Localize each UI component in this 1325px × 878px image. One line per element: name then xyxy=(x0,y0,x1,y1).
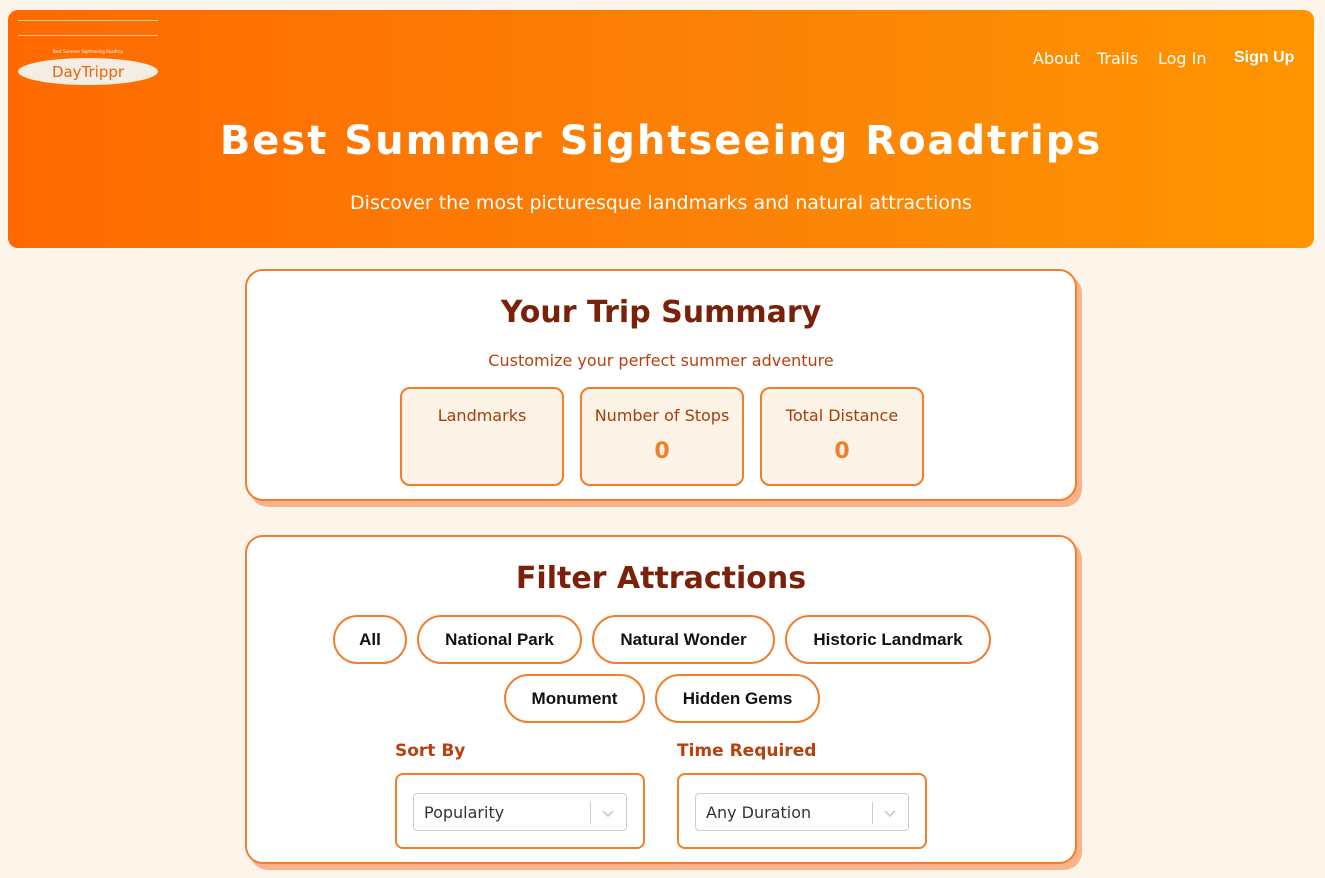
filter-pill-natural-wonder[interactable]: Natural Wonder xyxy=(592,615,775,664)
logo-tagline: Best Summer Sightseeing Roadtrip xyxy=(52,49,124,54)
stat-landmarks: Landmarks xyxy=(400,387,564,486)
hero-banner: Best Summer Sightseeing Roadtrip DayTrip… xyxy=(8,10,1314,248)
filter-pill-all[interactable]: All xyxy=(333,615,407,664)
nav-trails-link[interactable]: Trails xyxy=(1097,49,1138,68)
stat-label: Total Distance xyxy=(785,406,899,425)
logo-rule-top xyxy=(18,20,158,21)
trip-summary-title: Your Trip Summary xyxy=(500,295,822,330)
logo-wordmark: DayTrippr xyxy=(18,58,158,85)
trip-summary-card: Your Trip Summary Customize your perfect… xyxy=(245,269,1077,501)
chevron-down-icon[interactable] xyxy=(601,806,615,820)
nav-login-link[interactable]: Log In xyxy=(1158,49,1207,68)
chevron-down-icon[interactable] xyxy=(883,806,897,820)
select-separator xyxy=(872,802,873,824)
site-logo[interactable]: Best Summer Sightseeing Roadtrip DayTrip… xyxy=(18,20,158,85)
stat-total-distance: Total Distance 0 xyxy=(760,387,924,486)
hero-title: Best Summer Sightseeing Roadtrips xyxy=(219,118,1103,164)
time-required-field: Any Duration xyxy=(677,773,927,849)
filter-pill-historic-landmark[interactable]: Historic Landmark xyxy=(785,615,991,664)
trip-summary-subtitle: Customize your perfect summer adventure xyxy=(488,351,834,370)
sort-by-label: Sort By xyxy=(395,741,466,761)
filter-attractions-card: Filter Attractions All National Park Nat… xyxy=(245,535,1077,864)
sort-by-value: Popularity xyxy=(424,803,505,822)
filter-pill-hidden-gems[interactable]: Hidden Gems xyxy=(655,674,820,723)
time-required-select[interactable]: Any Duration xyxy=(695,793,909,831)
time-required-value: Any Duration xyxy=(706,803,812,822)
stat-number-of-stops: Number of Stops 0 xyxy=(580,387,744,486)
filter-pill-national-park[interactable]: National Park xyxy=(417,615,582,664)
filter-pill-monument[interactable]: Monument xyxy=(504,674,645,723)
nav-signup-link[interactable]: Sign Up xyxy=(1234,49,1294,67)
filter-attractions-title: Filter Attractions xyxy=(515,561,807,596)
time-required-label: Time Required xyxy=(677,741,817,761)
stat-label: Number of Stops xyxy=(594,406,730,425)
logo-rule-bottom xyxy=(18,35,158,36)
stat-label: Landmarks xyxy=(437,406,527,425)
hero-subtitle: Discover the most picturesque landmarks … xyxy=(350,192,972,214)
nav-about-link[interactable]: About xyxy=(1033,49,1080,68)
select-separator xyxy=(590,802,591,824)
sort-by-select[interactable]: Popularity xyxy=(413,793,627,831)
sort-by-field: Popularity xyxy=(395,773,645,849)
stat-value: 0 xyxy=(654,439,670,464)
stat-value: 0 xyxy=(834,439,850,464)
